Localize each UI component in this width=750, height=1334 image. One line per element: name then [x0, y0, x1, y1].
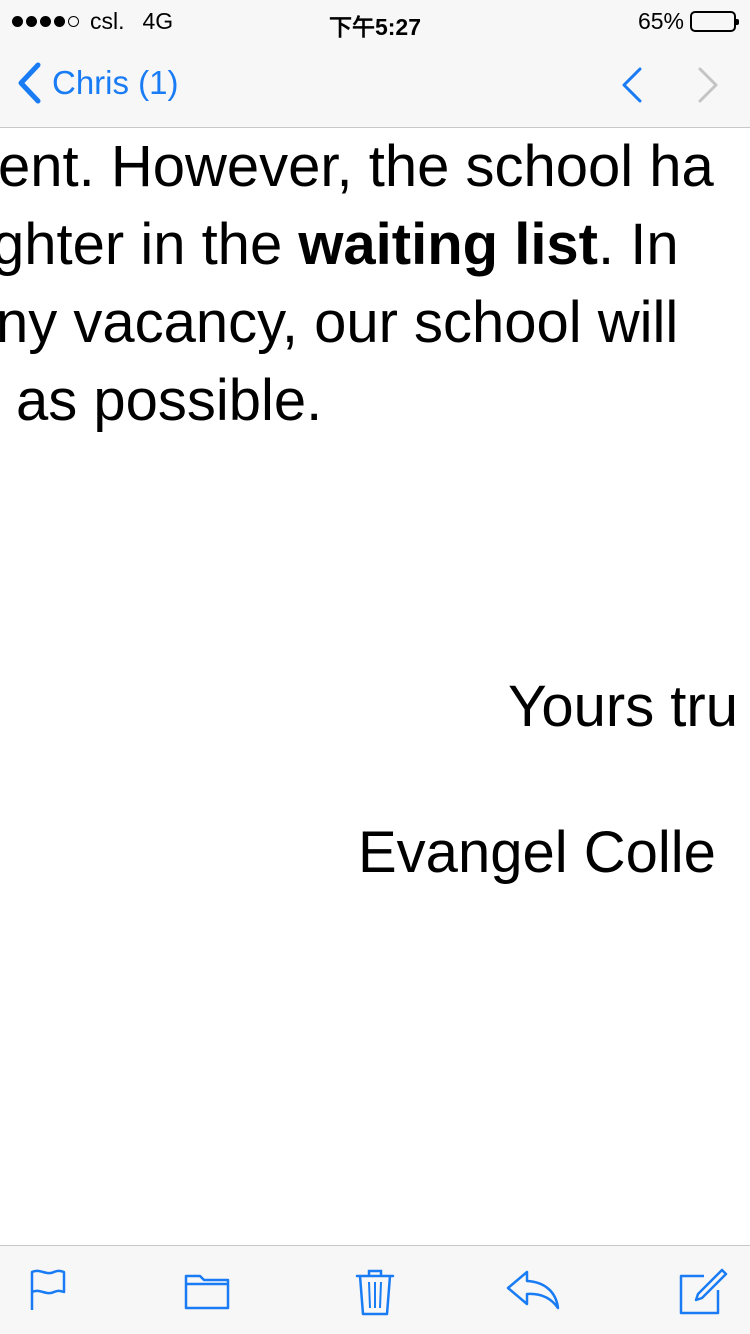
- next-message-button[interactable]: [696, 66, 720, 109]
- email-body[interactable]: ent. However, the school ha ghter in the…: [0, 129, 750, 1245]
- battery-status: 65%: [637, 8, 739, 35]
- chevron-right-icon: [698, 67, 718, 103]
- email-body-line: ny vacancy, our school will: [0, 290, 679, 355]
- battery-icon: [690, 11, 739, 32]
- compose-icon: [679, 1268, 728, 1315]
- email-body-line: ghter in the waiting list. In: [0, 216, 679, 274]
- email-closing: Yours tru: [508, 674, 738, 739]
- folder-icon: [184, 1274, 230, 1310]
- back-button-label: Chris (1): [52, 64, 179, 101]
- trash-icon: [355, 1269, 395, 1316]
- email-body-line: ent. However, the school ha: [0, 134, 714, 199]
- email-signature: Evangel Colle: [358, 820, 716, 885]
- back-button[interactable]: Chris (1): [16, 62, 179, 104]
- reply-button[interactable]: [505, 1268, 561, 1317]
- email-bold-text: waiting list: [298, 212, 598, 277]
- flag-button[interactable]: [28, 1268, 68, 1317]
- previous-message-button[interactable]: [620, 66, 644, 109]
- flag-icon: [30, 1269, 66, 1310]
- navigation-bar: Chris (1): [0, 40, 750, 128]
- trash-button[interactable]: [355, 1268, 395, 1321]
- email-text: . In: [598, 212, 679, 277]
- email-text: ghter in the: [0, 212, 299, 277]
- chevron-up-left-icon: [622, 67, 642, 103]
- compose-button[interactable]: [678, 1268, 728, 1321]
- email-body-line: as possible.: [16, 368, 323, 433]
- status-bar: csl. 4G 下午5:27 65%: [0, 0, 750, 40]
- battery-percent: 65%: [637, 8, 684, 34]
- bottom-toolbar: [0, 1245, 750, 1334]
- chevron-left-icon: [18, 62, 41, 104]
- reply-icon: [506, 1270, 560, 1310]
- move-to-folder-button[interactable]: [184, 1268, 230, 1315]
